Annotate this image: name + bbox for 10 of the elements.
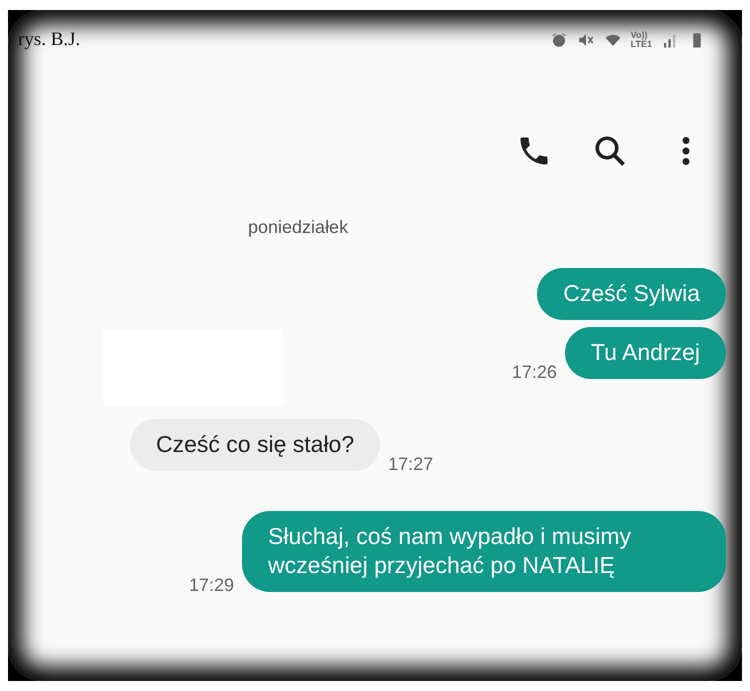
network-label: Vo)) LTE1 [630,31,652,49]
sent-message: Słuchaj, coś nam wypadło i musimy wcześniej przyjechać po NATALIĘ [242,511,726,592]
message-time: 17:27 [388,454,434,475]
date-label: poniedziałek [248,217,348,238]
sent-message: Cześć Sylwia [537,268,726,320]
alarm-icon [550,31,568,49]
message-time: 17:26 [512,362,557,383]
message-time: 17:29 [188,575,234,596]
sent-message: Tu Andrzej [564,327,726,379]
received-message: Cześć co się stało? [130,419,380,471]
